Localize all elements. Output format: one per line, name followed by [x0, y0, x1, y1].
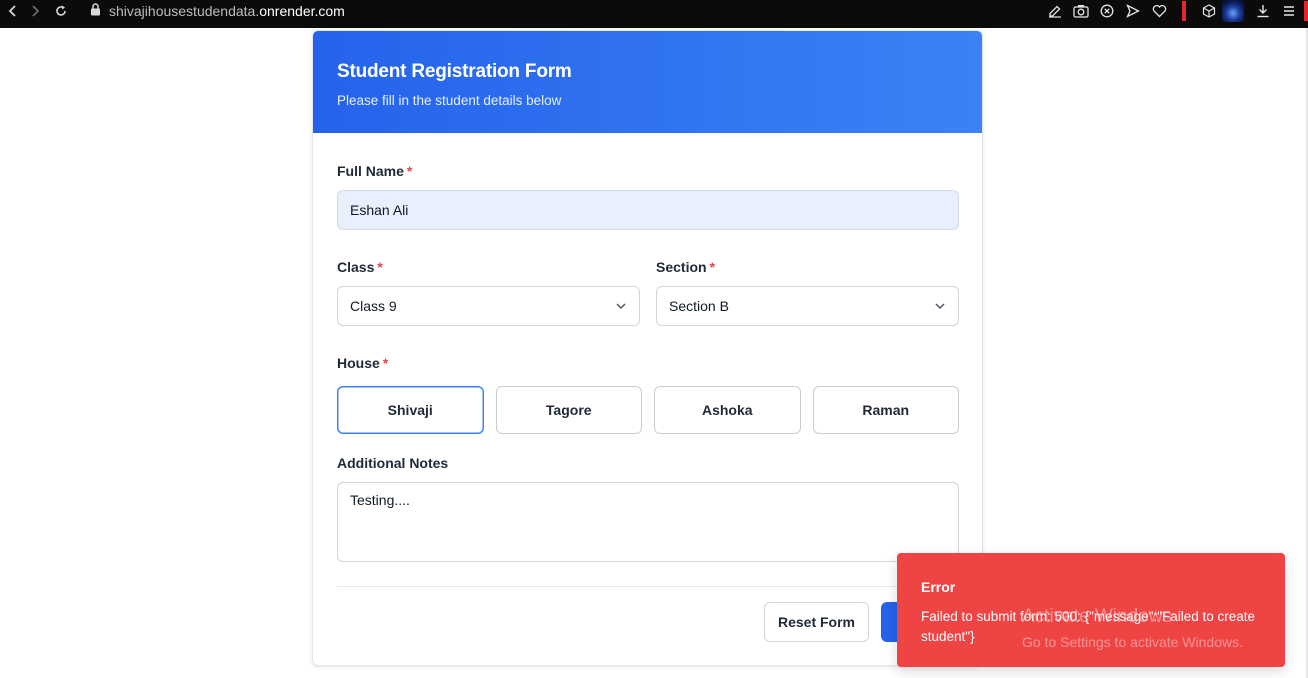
house-options: Shivaji Tagore Ashoka Raman [337, 386, 959, 434]
section-label: Section * [656, 259, 715, 275]
house-option-ashoka[interactable]: Ashoka [654, 386, 801, 434]
class-select-value: Class 9 [350, 298, 397, 314]
required-marker: * [382, 355, 389, 371]
browser-toolbar: shivajihousestudendata.onrender.com [0, 0, 1308, 28]
chevron-down-icon [935, 303, 945, 310]
send-icon[interactable] [1120, 0, 1146, 22]
house-option-shivaji[interactable]: Shivaji [337, 386, 484, 434]
block-icon[interactable] [1094, 0, 1120, 22]
full-name-input[interactable]: Eshan Ali [337, 190, 959, 230]
form-subtitle: Please fill in the student details below [337, 93, 562, 108]
menu-icon[interactable] [1276, 0, 1302, 22]
section-select-value: Section B [669, 298, 729, 314]
full-name-label: Full Name * [337, 163, 412, 179]
form-title: Student Registration Form [337, 61, 572, 82]
house-option-tagore[interactable]: Tagore [495, 386, 642, 434]
section-label-text: Section [656, 259, 707, 275]
cube-icon[interactable] [1196, 0, 1222, 22]
url-host-prefix: shivajihousestudendata. [109, 3, 260, 19]
edit-icon[interactable] [1042, 0, 1068, 22]
house-label: House * [337, 355, 388, 371]
registration-card: Student Registration Form Please fill in… [312, 30, 983, 666]
notes-textarea[interactable]: Testing.... [337, 482, 959, 562]
required-marker: * [709, 259, 716, 275]
required-marker: * [377, 259, 383, 275]
toolbar-right [1042, 0, 1308, 22]
reset-form-button[interactable]: Reset Form [764, 602, 869, 642]
section-select[interactable]: Section B [656, 286, 959, 326]
reload-icon[interactable] [48, 0, 74, 22]
house-option-raman[interactable]: Raman [812, 386, 959, 434]
form-divider [337, 586, 959, 587]
heart-icon[interactable] [1146, 0, 1172, 22]
toast-title: Error [921, 579, 956, 595]
url-text[interactable]: shivajihousestudendata.onrender.com [109, 3, 345, 19]
class-label-text: Class [337, 259, 375, 275]
profile-avatar[interactable] [1222, 0, 1244, 22]
full-name-value: Eshan Ali [350, 202, 409, 218]
download-icon[interactable] [1250, 0, 1276, 22]
notes-label: Additional Notes [337, 455, 449, 471]
class-label: Class * [337, 259, 383, 275]
url-host-domain: onrender.com [259, 3, 345, 19]
forward-icon[interactable] [22, 0, 48, 22]
class-select[interactable]: Class 9 [337, 286, 640, 326]
lock-icon [90, 3, 101, 19]
notes-value: Testing.... [350, 492, 410, 508]
house-label-text: House [337, 355, 380, 371]
required-marker: * [406, 163, 413, 179]
error-toast[interactable]: Error Failed to submit form: 500: {"mess… [897, 553, 1285, 667]
address-bar[interactable]: shivajihousestudendata.onrender.com [90, 2, 345, 20]
toolbar-edge-marker [1304, 1, 1308, 21]
toolbar-separator [1182, 1, 1186, 21]
card-header: Student Registration Form Please fill in… [313, 31, 982, 133]
chevron-down-icon [616, 303, 626, 310]
full-name-label-text: Full Name [337, 163, 404, 179]
toast-message: Failed to submit form: 500: {"message":"… [921, 609, 1256, 644]
camera-icon[interactable] [1068, 0, 1094, 22]
